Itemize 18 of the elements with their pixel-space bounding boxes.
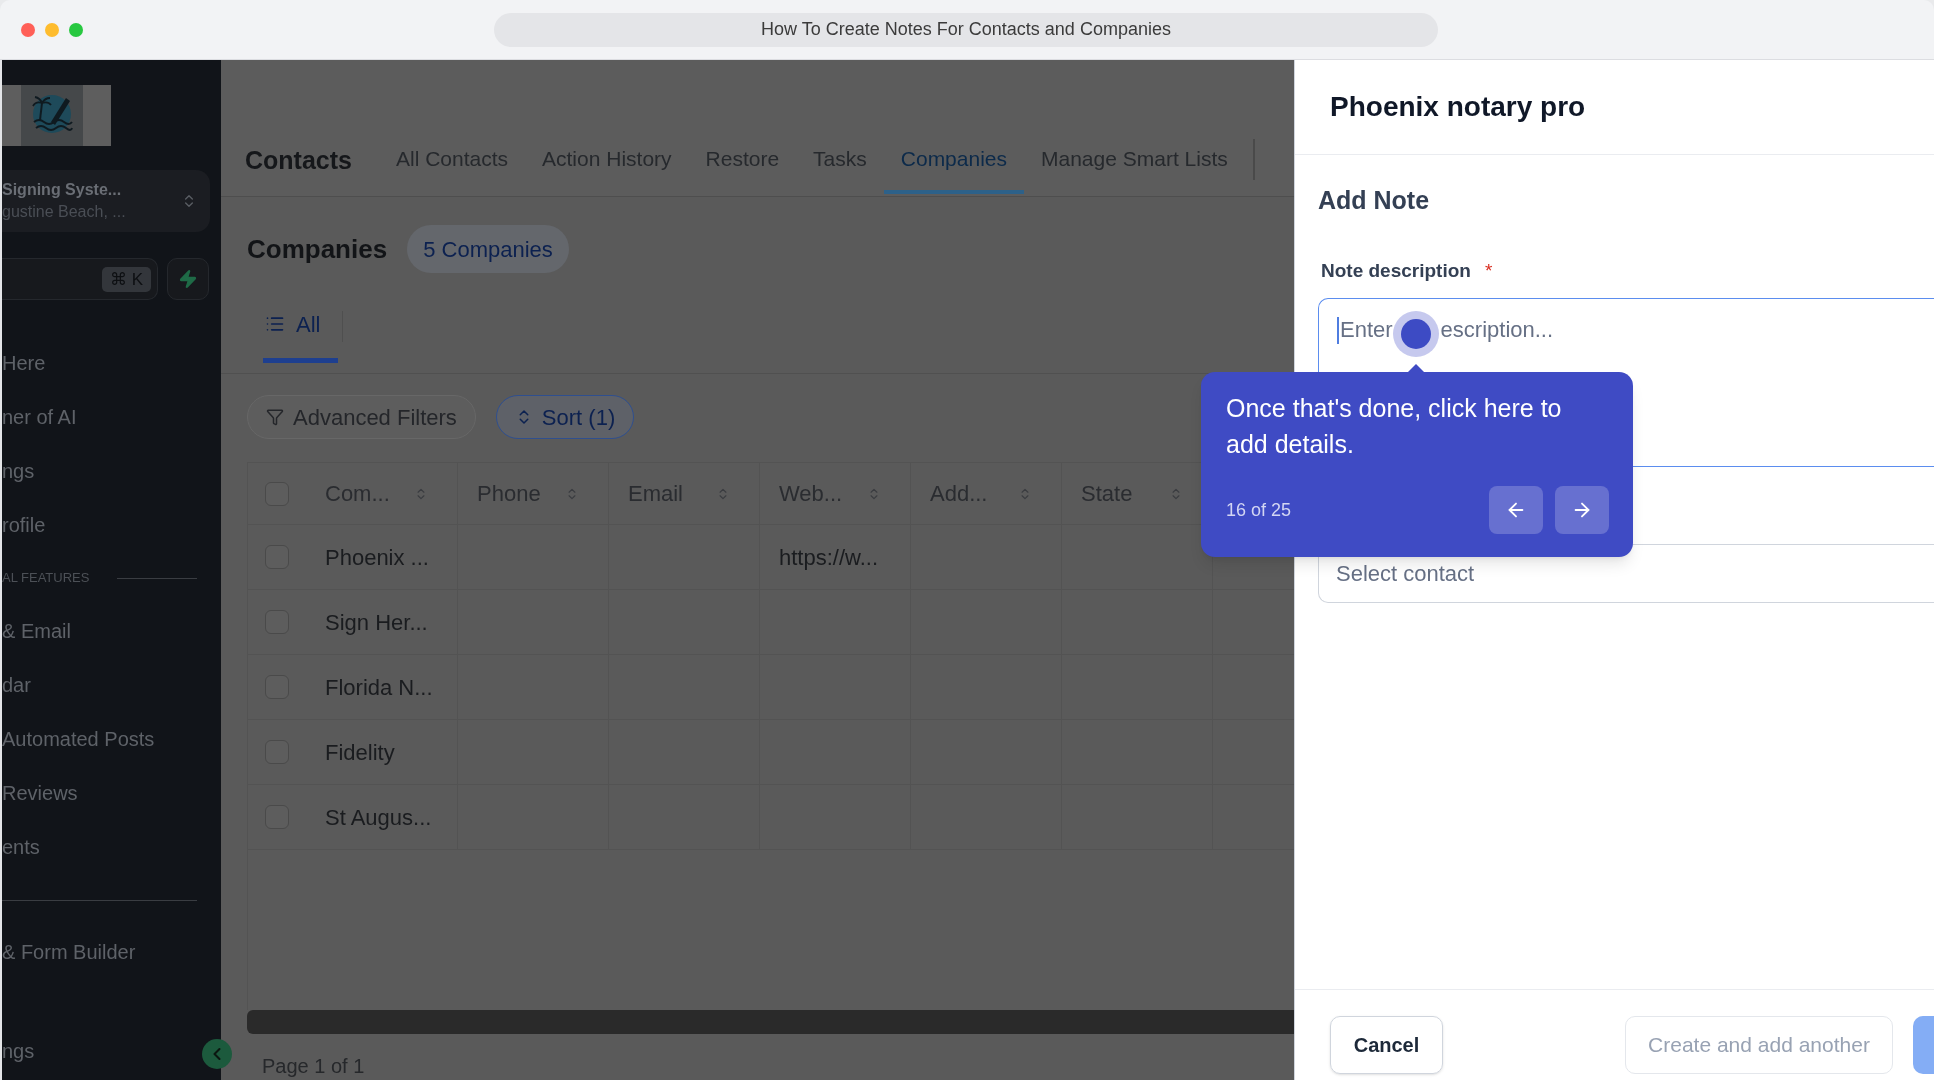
table-cell-text: Fidelity (325, 738, 395, 767)
section-heading: AL FEATURES (2, 569, 90, 588)
account-name: Signing Syste... (2, 180, 123, 200)
count-badge: 5 Companies (407, 225, 569, 273)
table-cell-text: Florida N... (325, 673, 433, 702)
panel-title: Phoenix notary pro (1330, 90, 1586, 124)
required-mark: * (1484, 258, 1493, 283)
step-counter: 16 of 25 (1226, 498, 1292, 522)
table-cell-text: Sign Her... (325, 608, 428, 637)
table-cell-text: Phoenix ... (325, 543, 429, 572)
form-title: Add Note (1318, 185, 1430, 215)
table-cell-text: https://w... (779, 543, 879, 572)
page-title: Contacts (245, 145, 352, 177)
tooltip-text: Once that's done, click here to add details. (1226, 393, 1563, 460)
field-label: Note description (1321, 258, 1471, 283)
table-cell-text: St Augus... (325, 803, 432, 832)
section-title: Companies (247, 232, 388, 266)
window-title: How To Create Notes For Contacts and Companies (494, 12, 1438, 47)
